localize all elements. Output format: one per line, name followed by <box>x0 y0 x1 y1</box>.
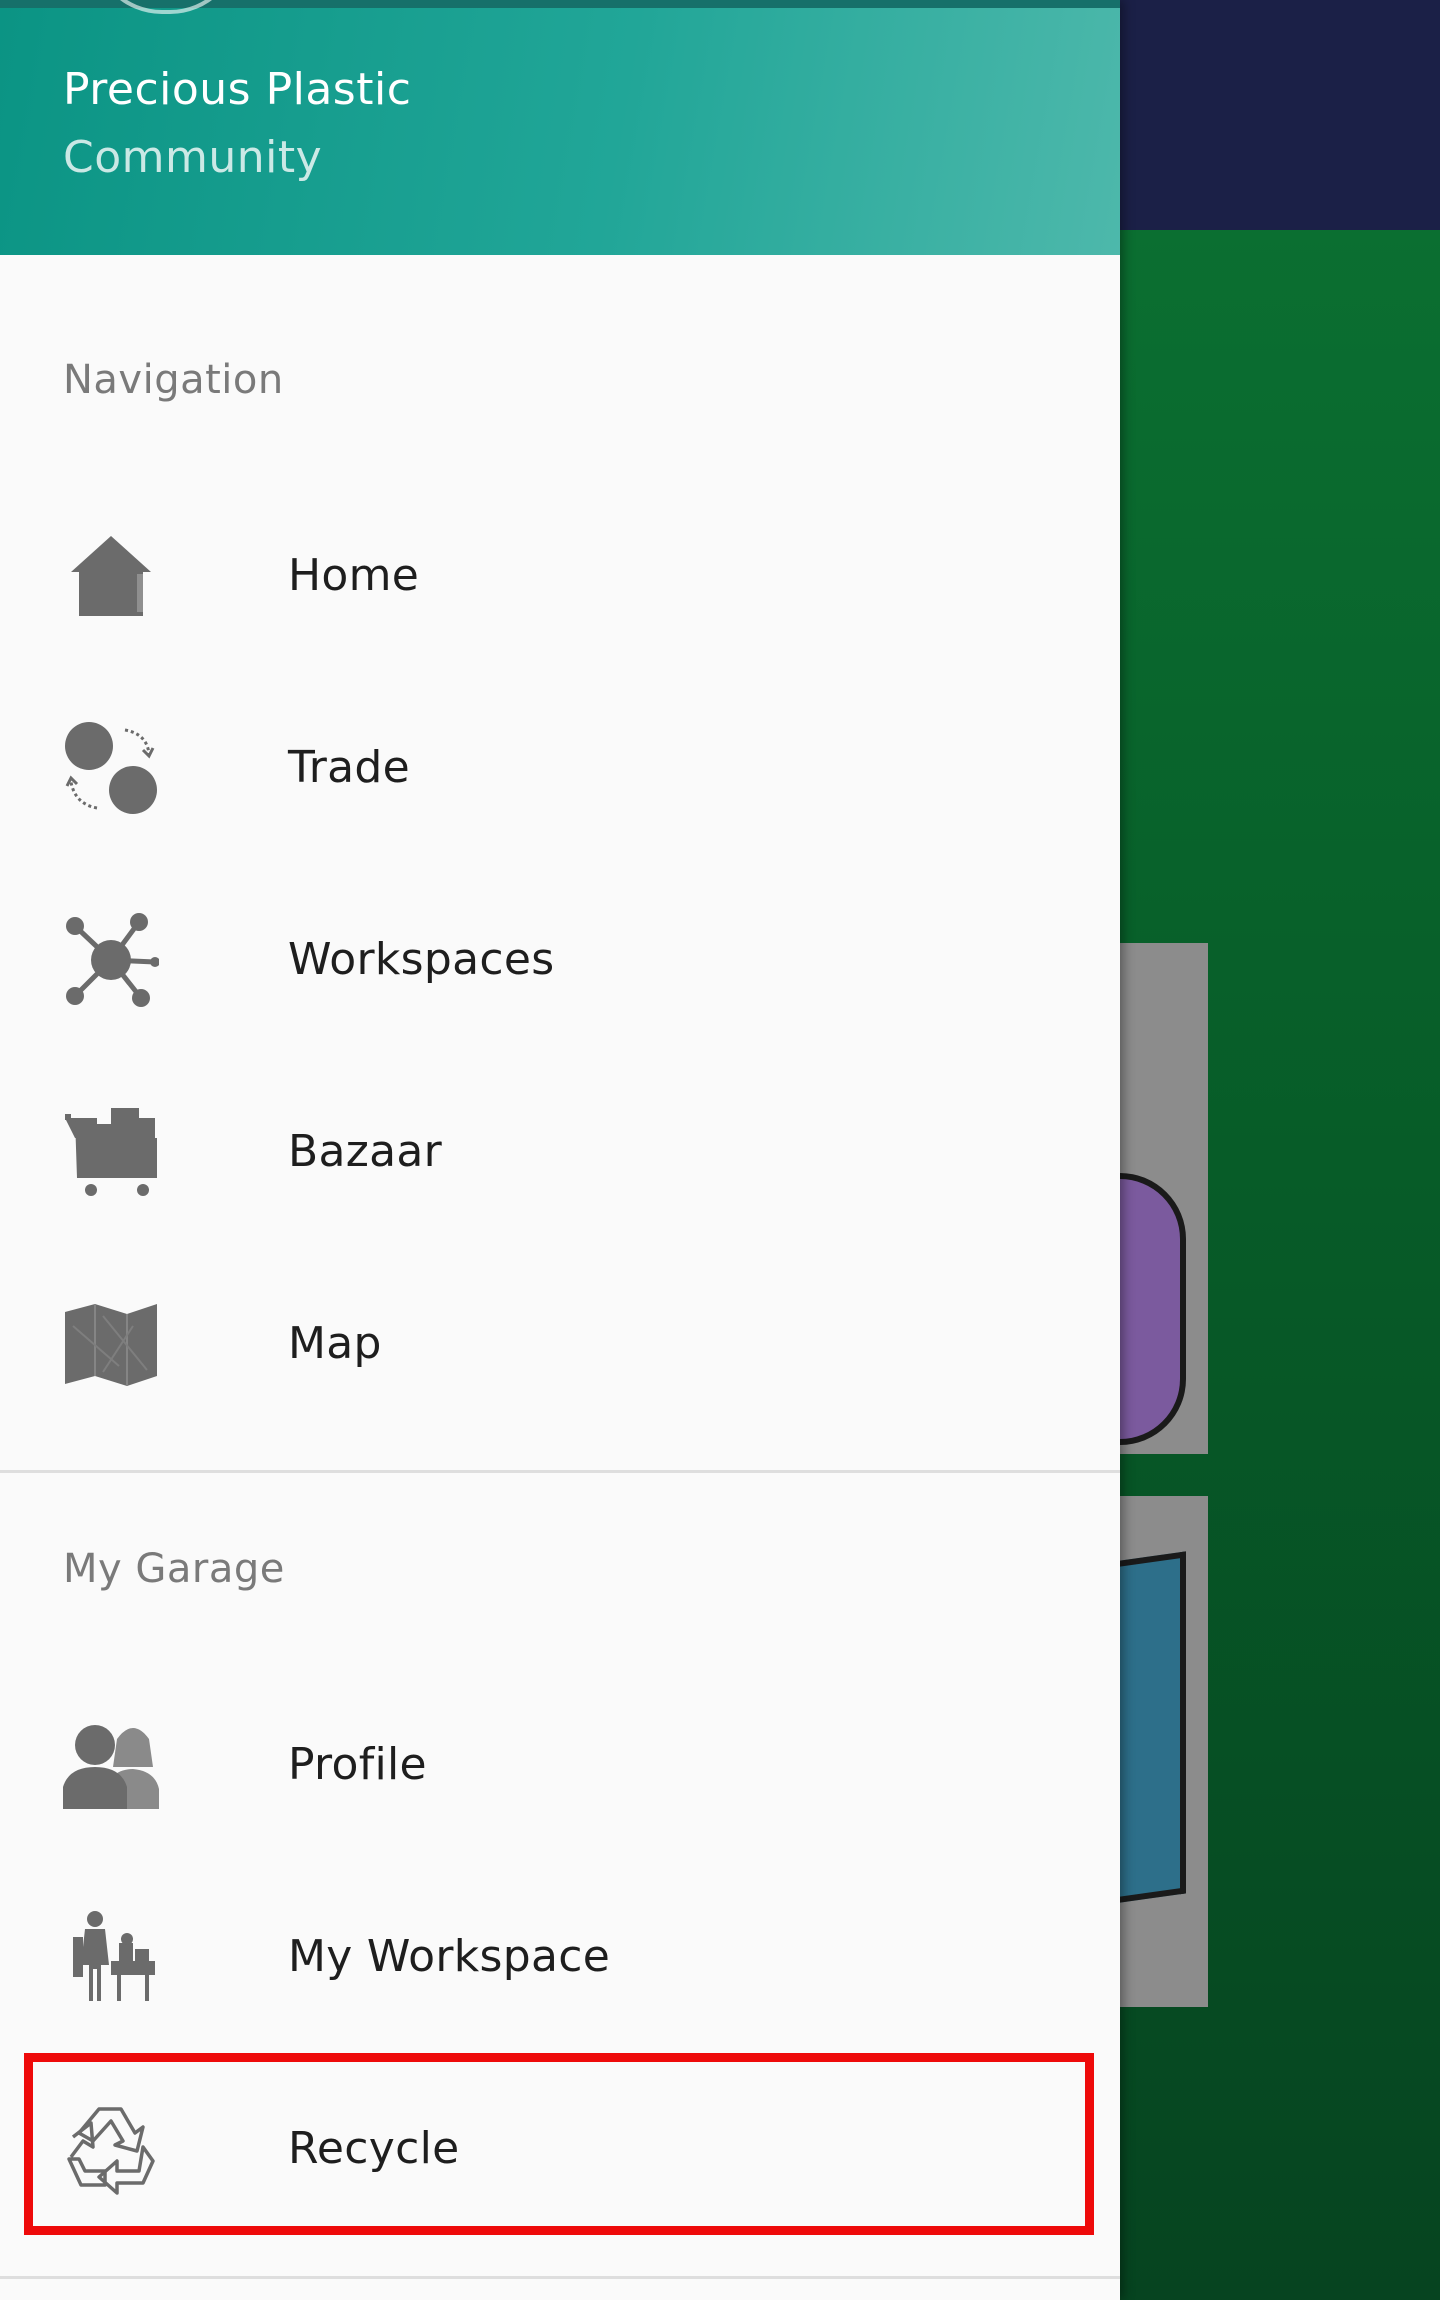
nav-item-label: Profile <box>288 1739 427 1790</box>
nav-item-home[interactable]: Home <box>0 480 1120 672</box>
background-card[interactable] <box>1120 943 1208 1454</box>
workspaces-icon <box>63 912 159 1008</box>
my-workspace-icon <box>63 1909 159 2005</box>
app-subtitle: Community <box>63 132 323 183</box>
trade-icon <box>63 720 159 816</box>
nav-item-bazaar[interactable]: Bazaar <box>0 1056 1120 1248</box>
map-icon <box>63 1296 159 1392</box>
nav-item-workspaces[interactable]: Workspaces <box>0 864 1120 1056</box>
navigation-drawer: Precious Plastic Community Navigation Ho… <box>0 0 1120 2300</box>
drawer-header: Precious Plastic Community <box>0 0 1120 255</box>
home-icon <box>63 528 159 624</box>
section-divider <box>0 2276 1120 2279</box>
nav-item-label: Map <box>288 1318 382 1369</box>
nav-item-label: Home <box>288 550 420 601</box>
recycle-highlight-annotation <box>24 2053 1094 2235</box>
nav-item-label: Workspaces <box>288 934 555 985</box>
nav-item-label: Bazaar <box>288 1126 443 1177</box>
background-card[interactable] <box>1120 1496 1208 2007</box>
background-app-bar <box>1120 0 1440 230</box>
nav-item-my-workspace[interactable]: My Workspace <box>0 1861 1120 2053</box>
section-label-navigation: Navigation <box>63 357 284 403</box>
profile-icon <box>63 1717 159 1813</box>
card-illustration <box>1120 1551 1186 1903</box>
nav-item-profile[interactable]: Profile <box>0 1669 1120 1861</box>
section-label-my-garage: My Garage <box>63 1546 285 1592</box>
card-illustration <box>1120 1173 1186 1445</box>
nav-item-label: Trade <box>288 742 410 793</box>
nav-item-map[interactable]: Map <box>0 1248 1120 1440</box>
section-divider <box>0 1470 1120 1473</box>
nav-item-label: My Workspace <box>288 1931 611 1982</box>
app-title: Precious Plastic <box>63 64 412 115</box>
bazaar-cart-icon <box>63 1104 159 1200</box>
nav-item-trade[interactable]: Trade <box>0 672 1120 864</box>
